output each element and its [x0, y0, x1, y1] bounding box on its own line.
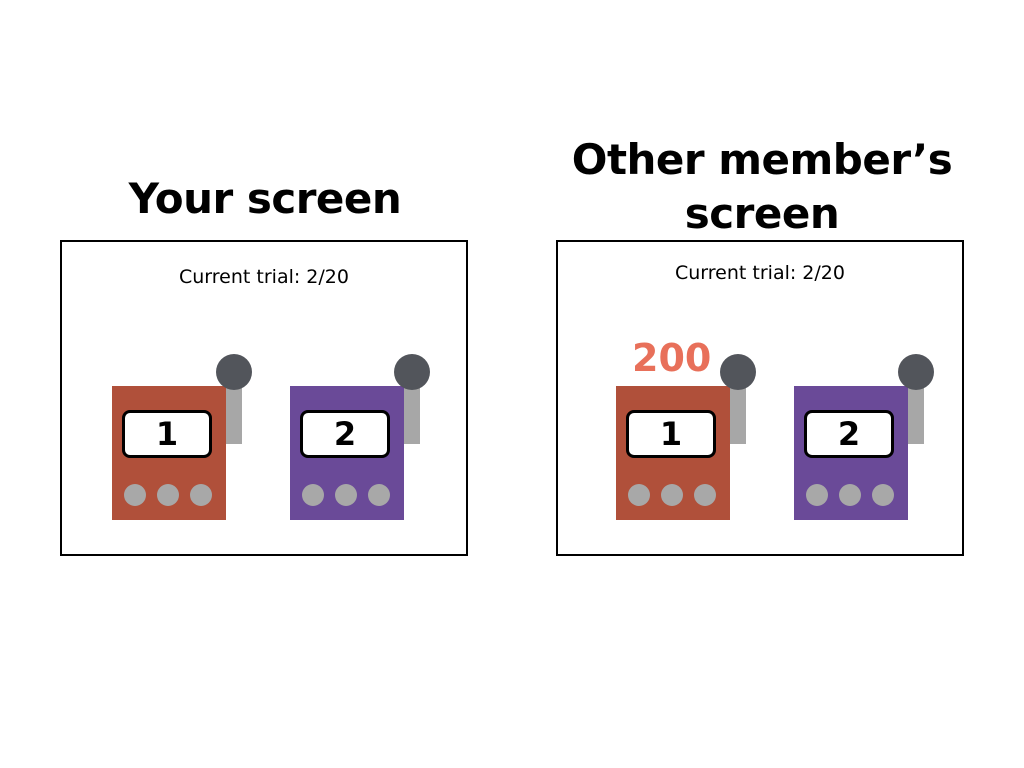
current-trial-label: Current trial: 2/20	[675, 262, 845, 284]
your-screen-panel: Current trial: 2/20 1 2	[60, 240, 468, 556]
light-dot	[190, 484, 212, 506]
light-dot	[839, 484, 861, 506]
lever-knob-icon	[898, 354, 934, 390]
light-dot	[628, 484, 650, 506]
lever-knob-icon	[720, 354, 756, 390]
slot-machine-1[interactable]: 1	[112, 354, 252, 524]
light-dot	[694, 484, 716, 506]
lever-knob-icon[interactable]	[216, 354, 252, 390]
light-dot	[124, 484, 146, 506]
lever-stick	[730, 382, 746, 444]
current-trial-label: Current trial: 2/20	[179, 266, 349, 288]
slot-machine-lights	[628, 484, 718, 506]
slot-machine-body: 2	[794, 386, 908, 520]
slot-machine-body: 1	[112, 386, 226, 520]
lever-knob-icon[interactable]	[394, 354, 430, 390]
slot-machine-body: 2	[290, 386, 404, 520]
slot-machine-1: 1	[616, 354, 756, 524]
slot-machine-lights	[806, 484, 896, 506]
other-member-screen-heading: Other member’s screen	[571, 135, 953, 238]
slot-machine-number: 1	[122, 410, 212, 458]
slot-machine-2[interactable]: 2	[290, 354, 430, 524]
light-dot	[157, 484, 179, 506]
other-member-screen-panel: Current trial: 2/20 200 1 2	[556, 240, 964, 556]
light-dot	[661, 484, 683, 506]
slot-machine-lights	[124, 484, 214, 506]
light-dot	[335, 484, 357, 506]
lever-stick	[908, 382, 924, 444]
light-dot	[872, 484, 894, 506]
slot-machine-number: 2	[804, 410, 894, 458]
slot-machine-number: 2	[300, 410, 390, 458]
slot-machine-body: 1	[616, 386, 730, 520]
slot-machine-lights	[302, 484, 392, 506]
slot-machine-2: 2	[794, 354, 934, 524]
your-screen-heading: Your screen	[128, 174, 402, 223]
light-dot	[806, 484, 828, 506]
lever-stick	[226, 382, 242, 444]
slot-machine-number: 1	[626, 410, 716, 458]
light-dot	[368, 484, 390, 506]
light-dot	[302, 484, 324, 506]
lever-stick	[404, 382, 420, 444]
